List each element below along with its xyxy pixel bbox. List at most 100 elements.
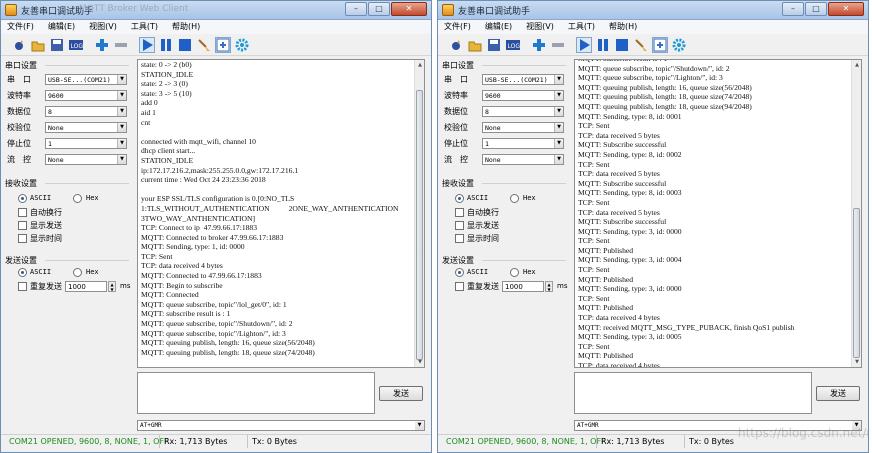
settings-gear-icon[interactable]: [234, 37, 250, 53]
parity-select[interactable]: None ▼: [45, 122, 127, 133]
clear-broom-icon[interactable]: [633, 37, 649, 53]
serial-settings-title: 串口设置: [5, 61, 37, 70]
receive-textarea[interactable]: MQTT: subscribe result is : 1 MQTT: queu…: [574, 59, 862, 368]
send-textarea[interactable]: [574, 372, 812, 414]
databits-select[interactable]: 8 ▼: [482, 106, 564, 117]
remove-icon[interactable]: [113, 37, 129, 53]
receive-scrollbar[interactable]: ▲ ▼: [851, 60, 861, 367]
interval-stepper[interactable]: ▲ ▼: [545, 281, 553, 292]
send-button[interactable]: 发送: [816, 386, 860, 401]
title-bar[interactable]: 友善串口调试助手 – □ ✕: [438, 1, 868, 20]
databits-select[interactable]: 8 ▼: [45, 106, 127, 117]
scroll-thumb[interactable]: [853, 208, 860, 358]
receive-hex-radio[interactable]: [73, 194, 82, 203]
send-history-select[interactable]: AT+GMR ▼: [137, 420, 425, 431]
port-label: 串 口: [7, 75, 31, 84]
scroll-up-icon[interactable]: ▲: [416, 61, 424, 69]
maximize-icon[interactable]: □: [368, 2, 390, 16]
send-ascii-radio[interactable]: [455, 268, 464, 277]
log-icon[interactable]: LOG: [68, 37, 84, 53]
show-send-label: 显示发送: [467, 221, 499, 230]
add-icon[interactable]: [94, 37, 110, 53]
open-folder-icon[interactable]: [30, 37, 46, 53]
menu-tools[interactable]: 工具(T): [568, 20, 595, 34]
add-icon[interactable]: [531, 37, 547, 53]
baud-select[interactable]: 9600 ▼: [482, 90, 564, 101]
tx-counter: Tx: 0 Bytes: [247, 435, 297, 448]
show-send-checkbox[interactable]: [455, 221, 464, 230]
remove-icon[interactable]: [550, 37, 566, 53]
send-ascii-radio[interactable]: [18, 268, 27, 277]
settings-gear-icon[interactable]: [671, 37, 687, 53]
send-hex-radio[interactable]: [73, 268, 82, 277]
receive-scrollbar[interactable]: ▲ ▼: [414, 60, 424, 367]
minimize-icon[interactable]: –: [782, 2, 804, 16]
flow-select[interactable]: None ▼: [45, 154, 127, 165]
send-textarea[interactable]: [137, 372, 375, 414]
send-button[interactable]: 发送: [379, 386, 423, 401]
window-plus-icon[interactable]: [215, 36, 231, 53]
save-icon[interactable]: [49, 37, 65, 53]
new-icon[interactable]: [11, 37, 27, 53]
receive-ascii-label: ASCII: [30, 194, 52, 202]
play-icon[interactable]: [139, 36, 155, 53]
pause-icon[interactable]: [595, 37, 611, 53]
receive-hex-radio[interactable]: [510, 194, 519, 203]
menu-file[interactable]: 文件(F): [7, 20, 34, 34]
receive-ascii-radio[interactable]: [18, 194, 27, 203]
send-hex-radio[interactable]: [510, 268, 519, 277]
scroll-down-icon[interactable]: ▼: [416, 358, 424, 366]
menu-edit[interactable]: 编辑(E): [485, 20, 512, 34]
chevron-down-icon: ▼: [554, 123, 563, 132]
minimize-icon[interactable]: –: [345, 2, 367, 16]
send-hex-label: Hex: [523, 268, 536, 276]
menu-file[interactable]: 文件(F): [444, 20, 471, 34]
auto-wrap-checkbox[interactable]: [18, 208, 27, 217]
parity-select[interactable]: None ▼: [482, 122, 564, 133]
repeat-interval-input[interactable]: 1000: [502, 281, 544, 292]
auto-wrap-checkbox[interactable]: [455, 208, 464, 217]
repeat-send-checkbox[interactable]: [18, 282, 27, 291]
repeat-send-checkbox[interactable]: [455, 282, 464, 291]
open-folder-icon[interactable]: [467, 37, 483, 53]
receive-textarea[interactable]: state: 0 -> 2 (b0) STATION_IDLE state: 2…: [137, 59, 425, 368]
menu-tools[interactable]: 工具(T): [131, 20, 158, 34]
menu-view[interactable]: 视图(V): [526, 20, 554, 34]
stop-icon[interactable]: [177, 37, 193, 53]
maximize-icon[interactable]: □: [805, 2, 827, 16]
repeat-interval-input[interactable]: 1000: [65, 281, 107, 292]
menu-help[interactable]: 帮助(H): [609, 20, 637, 34]
show-time-checkbox[interactable]: [455, 234, 464, 243]
stopbits-select[interactable]: 1 ▼: [482, 138, 564, 149]
receive-ascii-radio[interactable]: [455, 194, 464, 203]
stop-icon[interactable]: [614, 37, 630, 53]
window-plus-icon[interactable]: [652, 36, 668, 53]
interval-stepper[interactable]: ▲ ▼: [108, 281, 116, 292]
log-icon[interactable]: LOG: [505, 37, 521, 53]
scroll-down-icon[interactable]: ▼: [853, 358, 861, 366]
new-icon[interactable]: [448, 37, 464, 53]
stopbits-select[interactable]: 1 ▼: [45, 138, 127, 149]
menu-edit[interactable]: 编辑(E): [48, 20, 75, 34]
receive-hex-label: Hex: [523, 194, 536, 202]
menu-view[interactable]: 视图(V): [89, 20, 117, 34]
chevron-down-icon: ▼: [554, 75, 563, 84]
baud-select[interactable]: 9600 ▼: [45, 90, 127, 101]
scroll-thumb[interactable]: [416, 90, 423, 360]
show-time-label: 显示时间: [30, 234, 62, 243]
close-icon[interactable]: ✕: [828, 2, 864, 16]
pause-icon[interactable]: [158, 37, 174, 53]
flow-select[interactable]: None ▼: [482, 154, 564, 165]
receive-hex-label: Hex: [86, 194, 99, 202]
save-icon[interactable]: [486, 37, 502, 53]
scroll-up-icon[interactable]: ▲: [853, 61, 861, 69]
port-select[interactable]: USB-SE...(COM21) ▼: [45, 74, 127, 85]
menu-help[interactable]: 帮助(H): [172, 20, 200, 34]
port-select[interactable]: USB-SE...(COM21) ▼: [482, 74, 564, 85]
show-time-checkbox[interactable]: [18, 234, 27, 243]
play-icon[interactable]: [576, 36, 592, 53]
close-icon[interactable]: ✕: [391, 2, 427, 16]
show-send-checkbox[interactable]: [18, 221, 27, 230]
clear-broom-icon[interactable]: [196, 37, 212, 53]
title-bar[interactable]: 友善串口调试助手 MQTT Broker Web Client – □ ✕: [1, 1, 431, 20]
